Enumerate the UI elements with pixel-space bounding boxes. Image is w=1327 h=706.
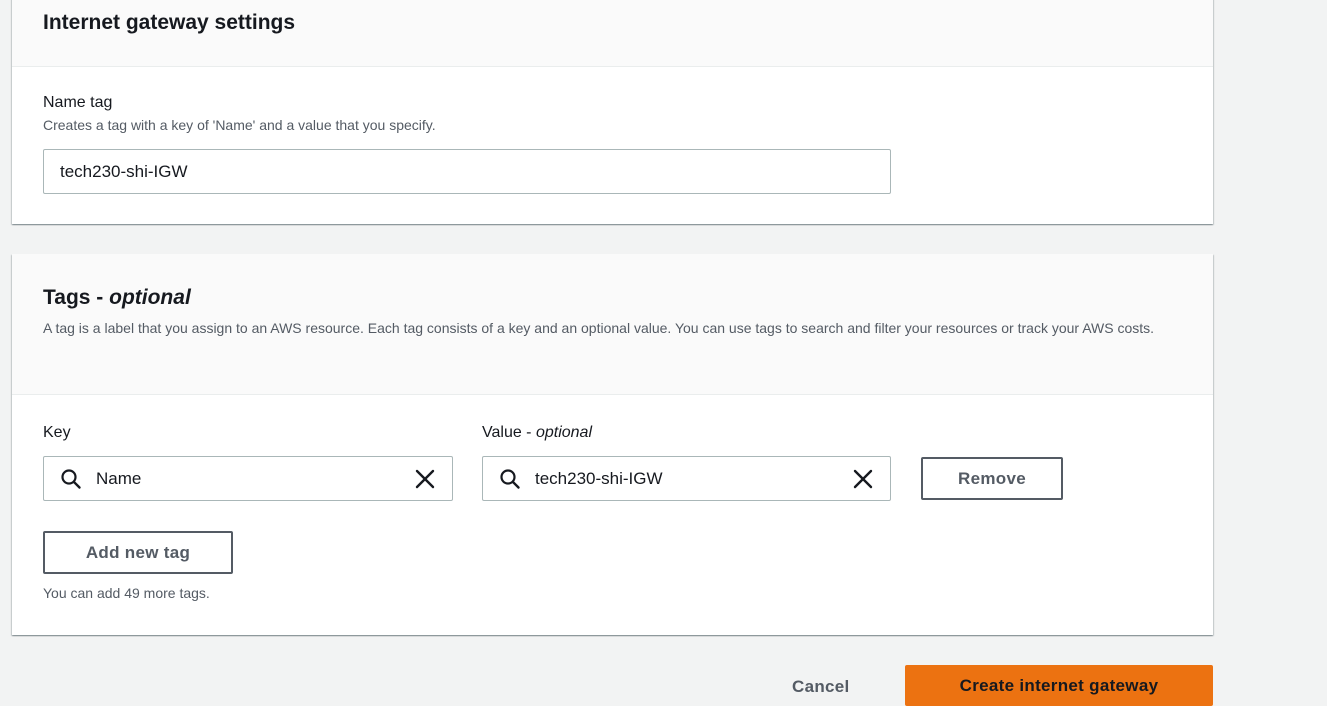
tags-title-text: Tags -: [43, 286, 110, 309]
name-tag-description: Creates a tag with a key of 'Name' and a…: [43, 117, 436, 133]
tag-value-value: tech230-shi-IGW: [535, 468, 663, 488]
igw-settings-header: Internet gateway settings: [12, 0, 1213, 67]
value-column-label-text: Value -: [482, 424, 536, 441]
clear-key-icon[interactable]: [414, 468, 436, 490]
tag-value-input[interactable]: tech230-shi-IGW: [482, 456, 891, 501]
add-new-tag-button[interactable]: Add new tag: [43, 531, 233, 574]
tag-key-value: Name: [96, 468, 142, 488]
search-icon: [60, 468, 82, 490]
igw-settings-panel: Internet gateway settings Name tag Creat…: [12, 0, 1213, 224]
name-tag-label: Name tag: [43, 94, 113, 111]
name-tag-input-value: tech230-shi-IGW: [60, 161, 188, 181]
remove-tag-button[interactable]: Remove: [921, 457, 1063, 500]
igw-settings-title: Internet gateway settings: [43, 11, 296, 34]
tags-title: Tags - optional: [43, 283, 1182, 313]
tag-key-input[interactable]: Name: [43, 456, 453, 501]
create-internet-gateway-button[interactable]: Create internet gateway: [905, 665, 1213, 706]
value-column-label: Value - optional: [482, 422, 592, 444]
search-icon: [499, 468, 521, 490]
cancel-button[interactable]: Cancel: [792, 677, 850, 697]
tags-title-optional: optional: [109, 286, 191, 309]
name-tag-input[interactable]: tech230-shi-IGW: [43, 149, 891, 194]
value-column-label-optional: optional: [535, 424, 592, 441]
tags-panel: Tags - optional A tag is a label that yo…: [12, 254, 1213, 635]
tags-header: Tags - optional A tag is a label that yo…: [12, 254, 1213, 395]
clear-value-icon[interactable]: [852, 468, 874, 490]
tags-description: A tag is a label that you assign to an A…: [43, 320, 1155, 336]
tags-remaining-text: You can add 49 more tags.: [43, 585, 210, 601]
key-column-label: Key: [43, 424, 71, 441]
